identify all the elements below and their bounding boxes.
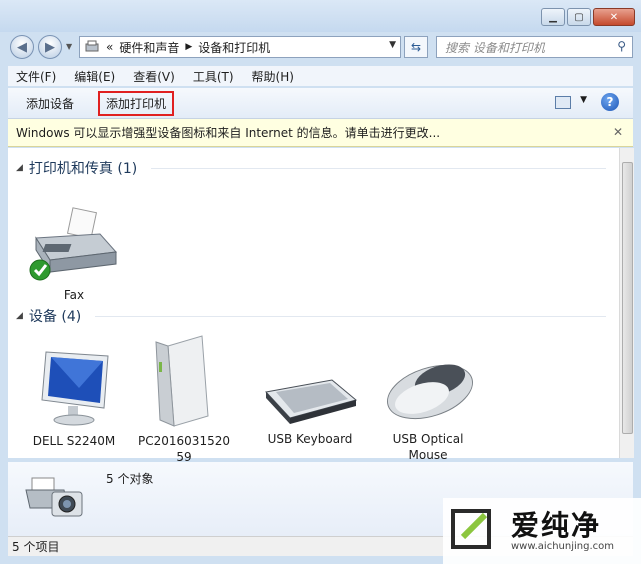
fax-icon <box>29 207 118 281</box>
breadcrumb-devices-printers[interactable]: 设备和打印机 <box>198 39 270 56</box>
device-item-pc[interactable]: PC201603152059 <box>136 332 236 465</box>
minimize-button[interactable]: ▁ <box>541 8 565 26</box>
change-view-icon[interactable] <box>555 96 571 109</box>
group-title-devices: 设备 (4) <box>28 309 82 325</box>
watermark-brand: 爱纯净 <box>511 508 602 542</box>
address-prefix[interactable]: « <box>106 40 113 54</box>
mouse-icon <box>387 364 473 420</box>
back-arrow-icon: ◀ <box>17 39 27 55</box>
add-printer-button[interactable]: 添加打印机 <box>98 90 175 116</box>
menu-file[interactable]: 文件(F) <box>8 68 64 85</box>
device-label-monitor: DELL S2240M <box>32 434 116 448</box>
watermark-url: www.aichunjing.com <box>511 540 614 552</box>
vertical-scrollbar[interactable] <box>619 148 634 458</box>
device-label-keyboard: USB Keyboard <box>267 432 353 446</box>
menu-help[interactable]: 帮助(H) <box>244 68 302 85</box>
group-title-printers: 打印机和传真 (1) <box>28 161 138 177</box>
pc-tower-icon <box>155 335 209 427</box>
monitor-icon <box>41 351 109 426</box>
help-icon[interactable]: ? <box>601 93 619 111</box>
view-options-dropdown-icon[interactable]: ▼ <box>580 95 587 105</box>
keyboard-icon <box>265 379 358 424</box>
forward-arrow-icon: ▶ <box>45 39 55 55</box>
device-label-pc: PC201603152059 <box>138 434 230 464</box>
search-placeholder: 搜索 设备和打印机 <box>445 40 545 55</box>
watermark: 爱纯净 www.aichunjing.com <box>443 498 641 564</box>
address-bar[interactable]: « 硬件和声音 ▶ 设备和打印机 ▼ <box>79 36 401 58</box>
device-item-mouse[interactable]: USB Optical Mouse <box>378 354 478 463</box>
address-dropdown-icon[interactable]: ▼ <box>389 40 396 50</box>
refresh-icon: ⇆ <box>410 40 422 54</box>
collapse-triangle-icon[interactable]: ◢ <box>16 163 23 173</box>
device-label-mouse: USB Optical Mouse <box>392 432 464 462</box>
menu-tools[interactable]: 工具(T) <box>185 68 242 85</box>
status-item-count: 5 个项目 <box>12 540 60 554</box>
object-count: 5 个对象 <box>106 472 154 486</box>
search-icon[interactable]: ⚲ <box>617 39 626 53</box>
command-bar: 添加设备 添加打印机 ▼ ? <box>8 88 633 119</box>
device-label-fax: Fax <box>63 288 85 302</box>
printer-camera-icon <box>25 477 83 517</box>
menu-edit[interactable]: 编辑(E) <box>66 68 123 85</box>
group-header-devices[interactable]: ◢ 设备 (4) <box>16 306 606 326</box>
refresh-button[interactable]: ⇆ <box>404 36 428 58</box>
device-item-keyboard[interactable]: USB Keyboard <box>260 366 360 447</box>
info-bar-text[interactable]: Windows 可以显示增强型设备图标和来自 Internet 的信息。请单击进… <box>16 124 440 141</box>
menu-bar: 文件(F) 编辑(E) 查看(V) 工具(T) 帮助(H) <box>8 66 633 86</box>
device-list: ◢ 打印机和传真 (1) Fax ◢ 设备 (4) DELL S2240M PC… <box>8 148 619 464</box>
search-input[interactable]: 搜索 设备和打印机 ⚲ <box>436 36 633 58</box>
title-bar: ▁ ▢ ✕ <box>0 0 641 32</box>
breadcrumb-hardware-sound[interactable]: 硬件和声音 <box>119 39 179 56</box>
address-row: ◀ ▶ ▼ « 硬件和声音 ▶ 设备和打印机 ▼ ⇆ 搜索 设备和打印机 ⚲ <box>0 32 641 62</box>
device-item-fax[interactable]: Fax <box>24 204 124 303</box>
recent-pages-chevron-icon[interactable]: ▼ <box>66 42 72 51</box>
back-button[interactable]: ◀ <box>10 35 34 59</box>
watermark-logo-icon <box>451 509 491 549</box>
close-button[interactable]: ✕ <box>593 8 635 26</box>
devices-printers-icon <box>85 40 99 52</box>
maximize-button[interactable]: ▢ <box>567 8 591 26</box>
info-bar[interactable]: Windows 可以显示增强型设备图标和来自 Internet 的信息。请单击进… <box>8 119 633 147</box>
menu-view[interactable]: 查看(V) <box>125 68 183 85</box>
breadcrumb-separator-icon[interactable]: ▶ <box>185 42 192 52</box>
device-item-monitor[interactable]: DELL S2240M <box>24 348 124 449</box>
forward-button[interactable]: ▶ <box>38 35 62 59</box>
group-header-printers[interactable]: ◢ 打印机和传真 (1) <box>16 158 606 178</box>
info-bar-close-icon[interactable]: ✕ <box>613 125 623 139</box>
add-device-button[interactable]: 添加设备 <box>18 92 82 115</box>
scrollbar-thumb[interactable] <box>622 162 633 434</box>
collapse-triangle-icon[interactable]: ◢ <box>16 311 23 321</box>
explorer-window: ▁ ▢ ✕ ◀ ▶ ▼ « 硬件和声音 ▶ 设备和打印机 ▼ ⇆ 搜索 设备和打… <box>0 0 641 564</box>
